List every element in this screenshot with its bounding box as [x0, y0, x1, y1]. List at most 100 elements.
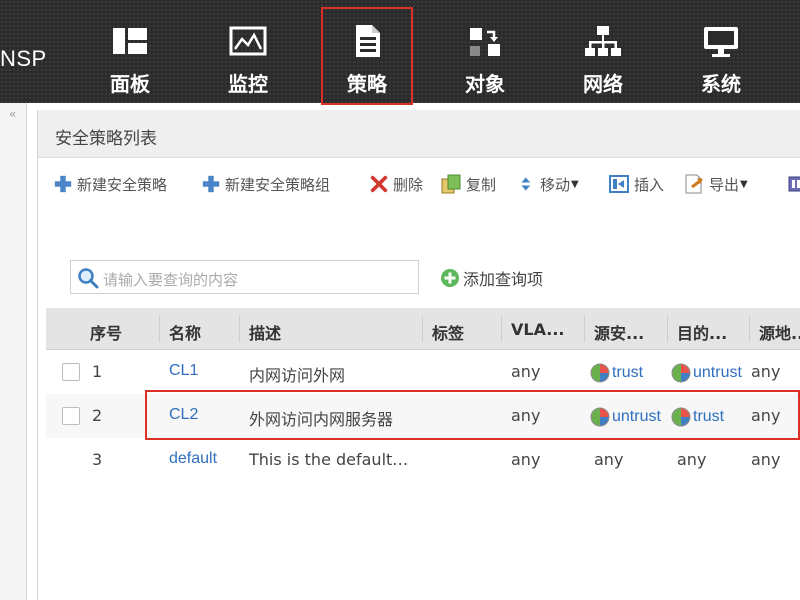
zone-pie-icon [671, 407, 691, 427]
insert-button[interactable]: 插入 [608, 172, 664, 196]
cell-src-addr: any [751, 362, 781, 381]
cell-index: 1 [92, 362, 103, 381]
nav-item-policy[interactable]: 策略 [321, 7, 413, 105]
column-header-name[interactable]: 名称 [169, 320, 201, 344]
export-icon [685, 174, 703, 194]
zone-label: trust [693, 408, 725, 425]
move-arrows-icon [521, 177, 531, 191]
nav-item-system[interactable]: 系统 [676, 12, 766, 100]
copy-button[interactable]: 复制 [440, 172, 496, 196]
column-header-src-addr[interactable]: 源地... [759, 320, 800, 344]
new-policy-label: 新建安全策略 [77, 175, 168, 194]
dashboard-icon [113, 28, 147, 54]
column-divider[interactable] [584, 316, 585, 342]
copy-icon [441, 174, 461, 194]
nav-item-dashboard[interactable]: 面板 [85, 12, 175, 100]
column-divider[interactable] [239, 316, 240, 342]
network-icon [585, 26, 621, 56]
column-header-tag[interactable]: 标签 [432, 320, 464, 344]
sidebar-collapse-strip[interactable]: « [0, 103, 27, 600]
delete-label: 删除 [393, 175, 424, 194]
delete-button[interactable]: 删除 [369, 172, 423, 196]
table-row[interactable]: 2 CL2 外网访问内网服务器 any untrust trust any [46, 394, 800, 438]
plus-icon [202, 175, 220, 193]
zone-pie-icon [590, 363, 610, 383]
brand-name: NSP [0, 46, 47, 71]
panel-header: 安全策略列表 [38, 110, 800, 158]
nav-label: 系统 [701, 72, 741, 96]
add-query-button[interactable]: 添加查询项 [440, 266, 543, 290]
cell-src-addr: any [751, 406, 781, 425]
cell-index: 3 [92, 450, 103, 469]
row-checkbox[interactable] [62, 363, 80, 381]
cell-name-link[interactable]: CL1 [169, 362, 198, 380]
search-input[interactable]: 请输入要查询的内容 [70, 260, 419, 294]
new-policy-group-label: 新建安全策略组 [225, 175, 331, 194]
column-header-dst-zone[interactable]: 目的... [677, 320, 727, 344]
table-header: 序号 名称 描述 标签 VLA... 源安... 目的... 源地... [46, 308, 800, 350]
cell-src-addr: any [751, 450, 781, 469]
nav-item-objects[interactable]: 对象 [440, 12, 530, 100]
row-checkbox[interactable] [62, 407, 80, 425]
delete-x-icon [370, 175, 388, 193]
table-row[interactable]: 1 CL1 内网访问外网 any trust untrust any [46, 350, 800, 394]
search-placeholder: 请输入要查询的内容 [103, 271, 239, 289]
nav-label: 网络 [583, 72, 623, 96]
cell-description: 外网访问内网服务器 [249, 410, 394, 429]
cell-vlan: any [511, 406, 541, 425]
add-query-label: 添加查询项 [463, 270, 544, 289]
column-divider[interactable] [422, 316, 423, 342]
column-header-index[interactable]: 序号 [90, 320, 122, 344]
cell-vlan: any [511, 450, 541, 469]
policy-toolbar: 新建安全策略 新建安全策略组 删除 复制 移动 ▼ 插入 导出 ▼ [53, 172, 800, 196]
monitor-icon [229, 26, 267, 56]
dropdown-caret-icon: ▼ [740, 178, 748, 190]
nav-label: 策略 [347, 72, 387, 96]
zone-label: untrust [612, 408, 661, 425]
columns-icon [788, 176, 800, 192]
cell-dst-zone: any [677, 450, 707, 469]
zone-label: trust [612, 364, 644, 381]
nav-item-monitor[interactable]: 监控 [203, 12, 293, 100]
column-divider[interactable] [667, 316, 668, 342]
table-row[interactable]: 3 default This is the default… any any a… [46, 438, 800, 482]
column-header-src-zone[interactable]: 源安... [594, 320, 644, 344]
insert-label: 插入 [634, 175, 665, 194]
dropdown-caret-icon: ▼ [571, 178, 579, 190]
cell-index: 2 [92, 406, 103, 425]
cell-name-link[interactable]: CL2 [169, 406, 198, 424]
search-icon [78, 268, 99, 289]
new-policy-button[interactable]: 新建安全策略 [53, 172, 167, 196]
zone-pie-icon [671, 363, 691, 383]
move-dropdown-button[interactable]: 移动 ▼ [520, 172, 579, 196]
add-circle-icon [441, 269, 459, 287]
cell-src-zone[interactable]: trust [589, 362, 643, 384]
move-label: 移动 [540, 175, 571, 194]
copy-label: 复制 [466, 175, 497, 194]
column-header-description[interactable]: 描述 [249, 320, 281, 344]
collapse-chevron-icon[interactable]: « [9, 107, 16, 121]
plus-icon [54, 175, 72, 193]
new-policy-group-button[interactable]: 新建安全策略组 [201, 172, 330, 196]
nav-label: 监控 [228, 72, 268, 96]
policy-document-icon [356, 25, 380, 57]
system-computer-icon [704, 27, 738, 57]
objects-icon [470, 28, 500, 56]
cell-vlan: any [511, 362, 541, 381]
nav-label: 对象 [465, 72, 505, 96]
cell-src-zone[interactable]: untrust [589, 406, 661, 428]
security-policy-panel: 安全策略列表 新建安全策略 新建安全策略组 删除 复制 移动 ▼ 插入 导出 ▼… [37, 110, 800, 600]
cell-dst-zone[interactable]: trust [670, 406, 724, 428]
column-header-vlan[interactable]: VLA... [511, 320, 565, 339]
cell-dst-zone[interactable]: untrust [670, 362, 742, 384]
column-divider[interactable] [501, 316, 502, 342]
zone-label: untrust [693, 364, 742, 381]
cell-description: 内网访问外网 [249, 366, 346, 385]
column-divider[interactable] [159, 316, 160, 342]
column-divider[interactable] [749, 316, 750, 342]
cell-name-link[interactable]: default [169, 450, 217, 468]
nav-label: 面板 [110, 72, 150, 96]
nav-item-network[interactable]: 网络 [558, 12, 648, 100]
export-dropdown-button[interactable]: 导出 ▼ [683, 172, 748, 196]
more-tool-button[interactable] [788, 172, 800, 196]
